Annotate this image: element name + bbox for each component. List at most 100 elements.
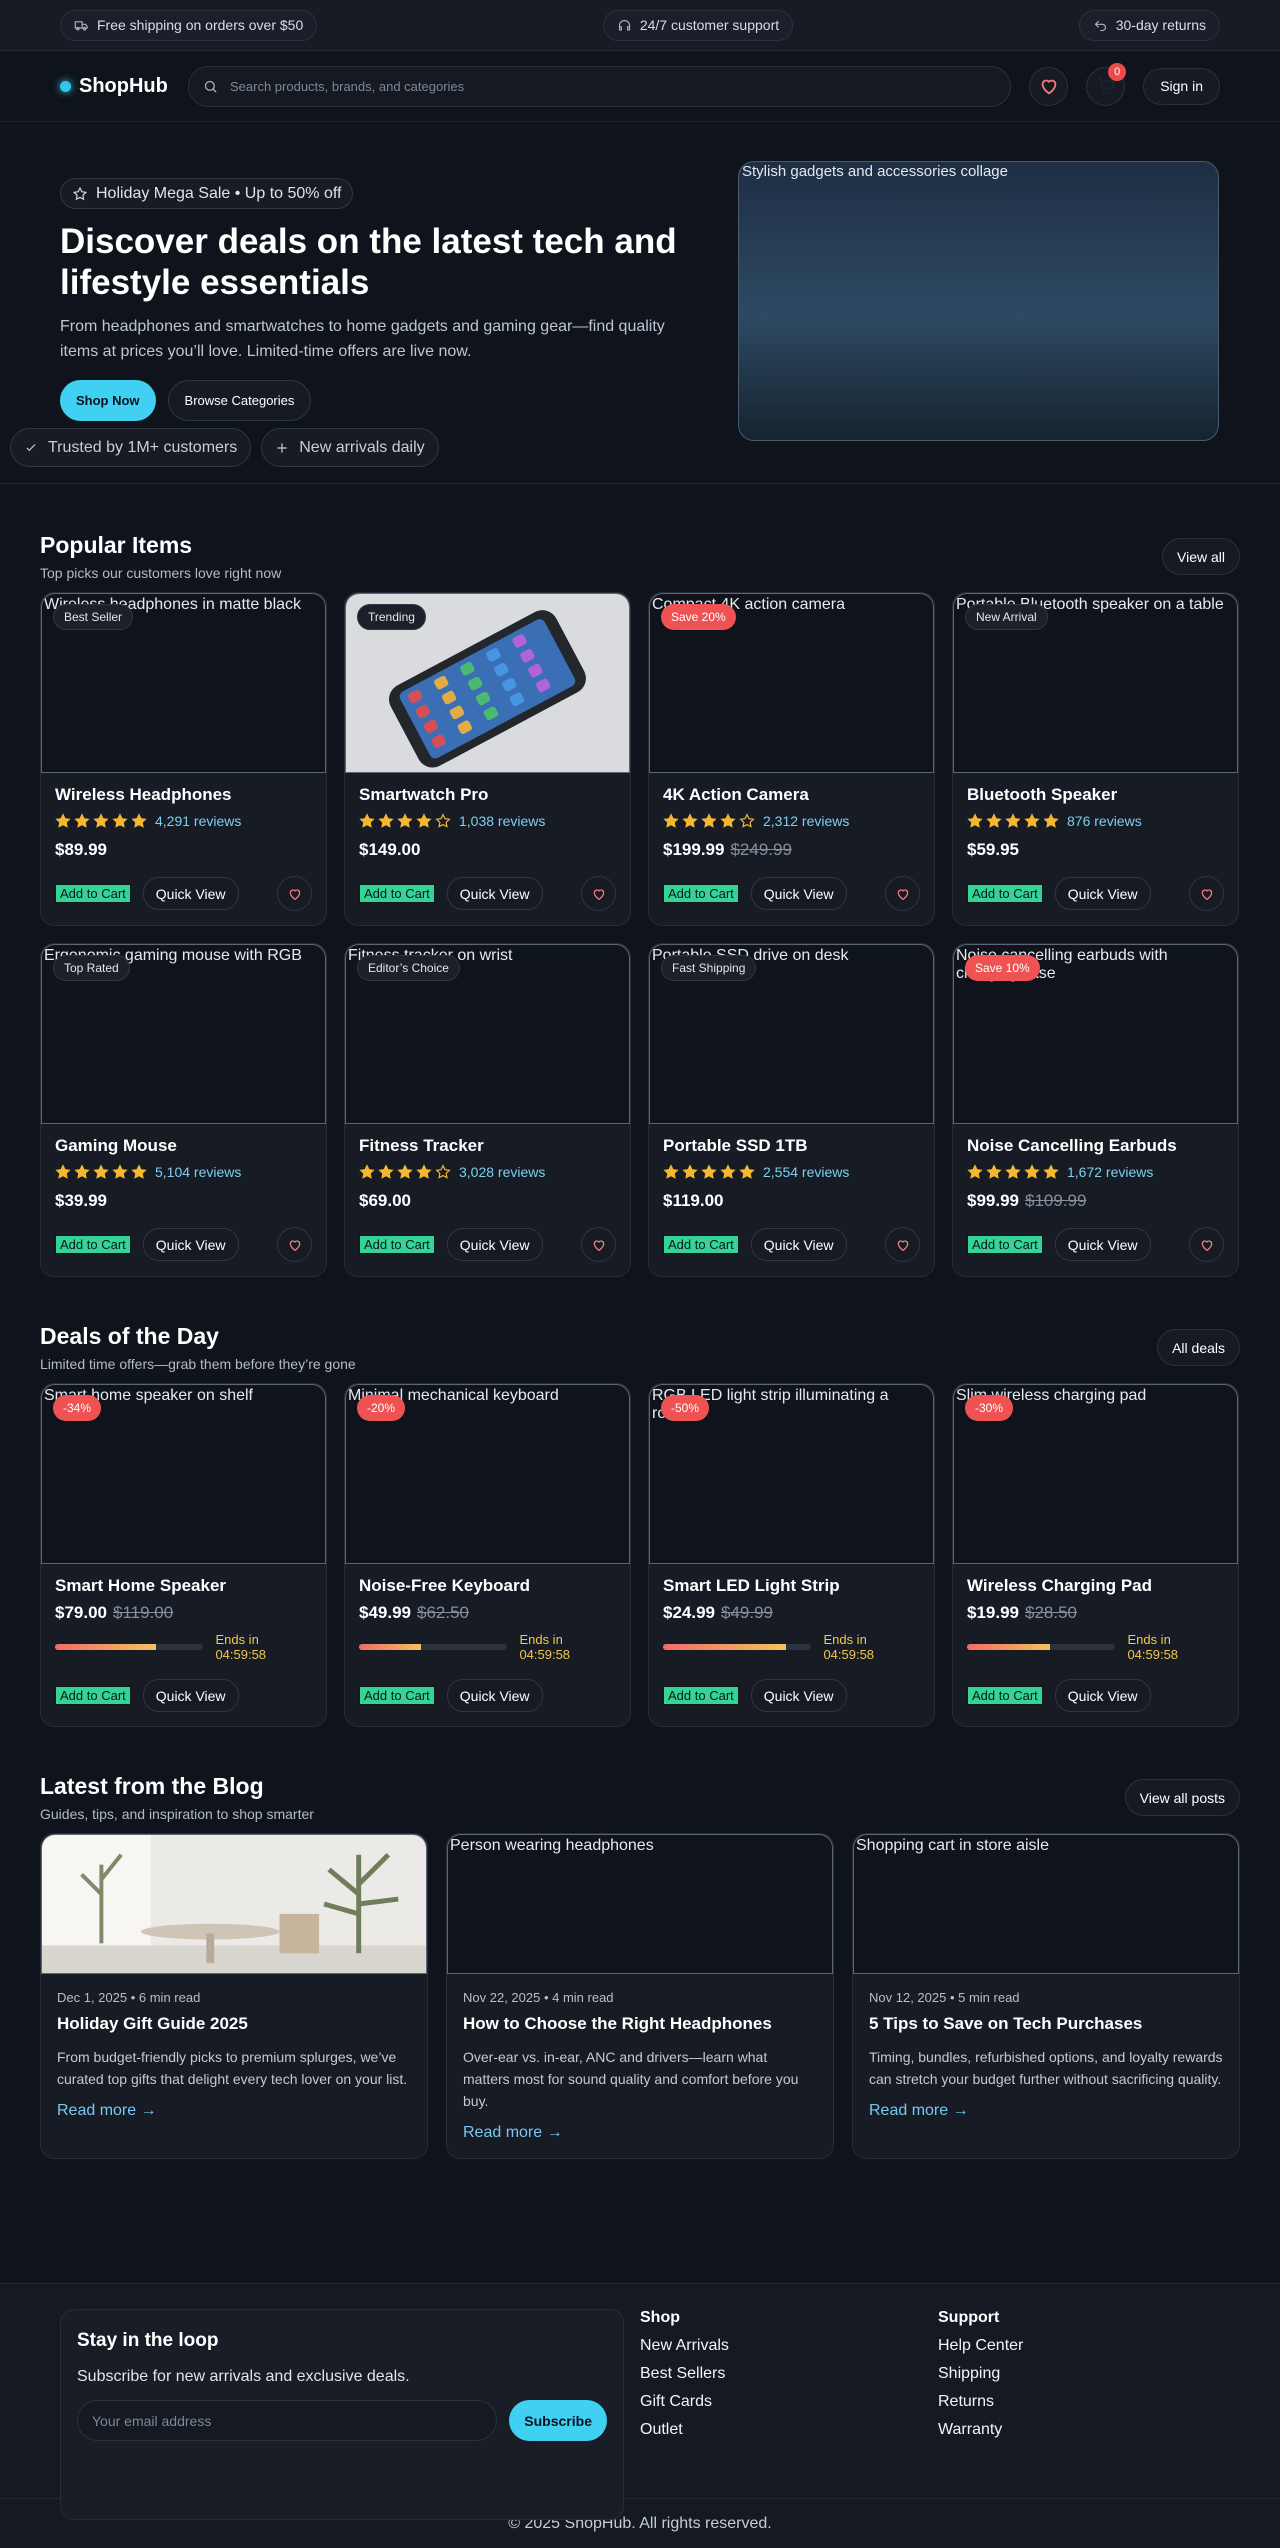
read-more-link[interactable]: Read more → [57,2102,411,2120]
review-count[interactable]: 3,028 reviews [459,1164,545,1180]
add-to-cart-button[interactable]: Add to Cart [663,1235,739,1254]
review-count[interactable]: 1,672 reviews [1067,1164,1153,1180]
product-image[interactable]: Portable Bluetooth speaker on a table New… [953,593,1238,773]
quick-view-button[interactable]: Quick View [750,877,847,910]
wishlist-button[interactable] [277,876,312,911]
product-name[interactable]: Bluetooth Speaker [967,785,1224,805]
deal-image[interactable]: RGB LED light strip illuminating a room-… [649,1384,934,1564]
all-deals-button[interactable]: All deals [1157,1329,1240,1366]
add-to-cart-button[interactable]: Add to Cart [359,884,435,903]
footer-link[interactable]: Outlet [640,2421,729,2439]
review-count[interactable]: 5,104 reviews [155,1164,241,1180]
heart-icon [1201,1239,1212,1251]
view-all-button[interactable]: View all [1162,538,1240,575]
blog-image[interactable]: Shopping cart in store aisle [853,1834,1239,1974]
email-field[interactable]: Your email address [77,2400,498,2441]
product-image[interactable]: Wireless headphones in matte black Best S… [41,593,326,773]
brand-name: ShopHub [79,74,168,97]
blog-post-title[interactable]: Holiday Gift Guide 2025 [57,2014,411,2034]
quick-view-button[interactable]: Quick View [750,1228,847,1261]
deal-image[interactable]: Minimal mechanical keyboard -20% [345,1384,630,1564]
product-image[interactable]: Fitness tracker on wristEditor’s Choice [345,944,630,1124]
quick-view-button[interactable]: Quick View [1054,877,1151,910]
product-name[interactable]: Smartwatch Pro [359,785,616,805]
review-count[interactable]: 2,554 reviews [763,1164,849,1180]
quick-view-button[interactable]: Quick View [1054,1228,1151,1261]
wishlist-button[interactable] [1189,1227,1224,1262]
add-to-cart-button[interactable]: Add to Cart [359,1235,435,1254]
product-image[interactable]: Ergonomic gaming mouse with RGB Top Rated [41,944,326,1124]
review-count[interactable]: 1,038 reviews [459,813,545,829]
deal-name[interactable]: Smart LED Light Strip [663,1576,920,1596]
wishlist-button[interactable] [581,1227,616,1262]
shop-now-button[interactable]: Shop Now [60,380,156,421]
product-name[interactable]: Gaming Mouse [55,1136,312,1156]
main-header: ShopHub Search products, brands, and cat… [0,51,1280,122]
quick-view-button[interactable]: Quick View [446,877,543,910]
quick-view-button[interactable]: Quick View [1054,1679,1151,1712]
footer-link[interactable]: Warranty [938,2421,1023,2439]
footer-link[interactable]: Gift Cards [640,2393,729,2411]
deal-name[interactable]: Smart Home Speaker [55,1576,312,1596]
search-input[interactable]: Search products, brands, and categories [188,65,1012,107]
footer-link[interactable]: Returns [938,2393,1023,2411]
review-count[interactable]: 4,291 reviews [155,813,241,829]
quick-view-button[interactable]: Quick View [142,1228,239,1261]
browse-categories-button[interactable]: Browse Categories [167,380,312,421]
blog-image[interactable] [41,1834,427,1974]
deal-name[interactable]: Noise-Free Keyboard [359,1576,616,1596]
trust-badge-arrivals: New arrivals daily [261,428,439,467]
product-image[interactable]: Portable SSD drive on desk Fast Shipping [649,944,934,1124]
wishlist-button[interactable] [885,876,920,911]
add-to-cart-button[interactable]: Add to Cart [967,1235,1043,1254]
add-to-cart-button[interactable]: Add to Cart [967,884,1043,903]
product-name[interactable]: Noise Cancelling Earbuds [967,1136,1224,1156]
wishlist-button[interactable] [277,1227,312,1262]
add-to-cart-button[interactable]: Add to Cart [55,1235,131,1254]
product-image[interactable]: Trending [345,593,630,773]
wishlist-button[interactable] [581,876,616,911]
countdown-text: Ends in 04:59:58 [215,1632,267,1662]
newsletter-title: Stay in the loop [77,2330,219,2351]
footer-link[interactable]: New Arrivals [640,2337,729,2355]
deal-image[interactable]: Slim wireless charging pad -30% [953,1384,1238,1564]
view-all-posts-button[interactable]: View all posts [1124,1779,1240,1816]
add-to-cart-button[interactable]: Add to Cart [359,1686,435,1705]
footer-link[interactable]: Shipping [938,2365,1023,2383]
subscribe-button[interactable]: Subscribe [509,2400,607,2441]
wishlist-button[interactable] [1189,876,1224,911]
deal-name[interactable]: Wireless Charging Pad [967,1576,1224,1596]
quick-view-button[interactable]: Quick View [750,1679,847,1712]
product-name[interactable]: 4K Action Camera [663,785,920,805]
deal-image[interactable]: Smart home speaker on shelf -34% [41,1384,326,1564]
product-name[interactable]: Fitness Tracker [359,1136,616,1156]
read-more-link[interactable]: Read more → [463,2124,817,2142]
quick-view-button[interactable]: Quick View [446,1679,543,1712]
quick-view-button[interactable]: Quick View [142,877,239,910]
product-name[interactable]: Wireless Headphones [55,785,312,805]
wishlist-button[interactable] [885,1227,920,1262]
footer-link[interactable]: Help Center [938,2337,1023,2355]
blog-post-title[interactable]: How to Choose the Right Headphones [463,2014,817,2034]
brand-logo[interactable]: ShopHub [60,75,170,98]
cart-button[interactable]: 0 [1086,62,1127,106]
wishlist-button[interactable] [1029,66,1069,106]
quick-view-button[interactable]: Quick View [142,1679,239,1712]
add-to-cart-button[interactable]: Add to Cart [55,1686,131,1705]
add-to-cart-button[interactable]: Add to Cart [967,1686,1043,1705]
quick-view-button[interactable]: Quick View [446,1228,543,1261]
footer-link[interactable]: Best Sellers [640,2365,729,2383]
product-image[interactable]: Compact 4K action camera Save 20% [649,593,934,773]
product-name[interactable]: Portable SSD 1TB [663,1136,920,1156]
blog-post-title[interactable]: 5 Tips to Save on Tech Purchases [869,2014,1223,2034]
product-image[interactable]: Noise cancelling earbuds with charging c… [953,944,1238,1124]
add-to-cart-button[interactable]: Add to Cart [663,1686,739,1705]
blog-image[interactable]: Person wearing headphones [447,1834,833,1974]
add-to-cart-button[interactable]: Add to Cart [55,884,131,903]
read-more-link[interactable]: Read more → [869,2102,1223,2120]
add-to-cart-button[interactable]: Add to Cart [663,884,739,903]
review-count[interactable]: 2,312 reviews [763,813,849,829]
product-tag: New Arrival [965,604,1048,630]
review-count[interactable]: 876 reviews [1067,813,1142,829]
signin-button[interactable]: Sign in [1143,67,1220,105]
